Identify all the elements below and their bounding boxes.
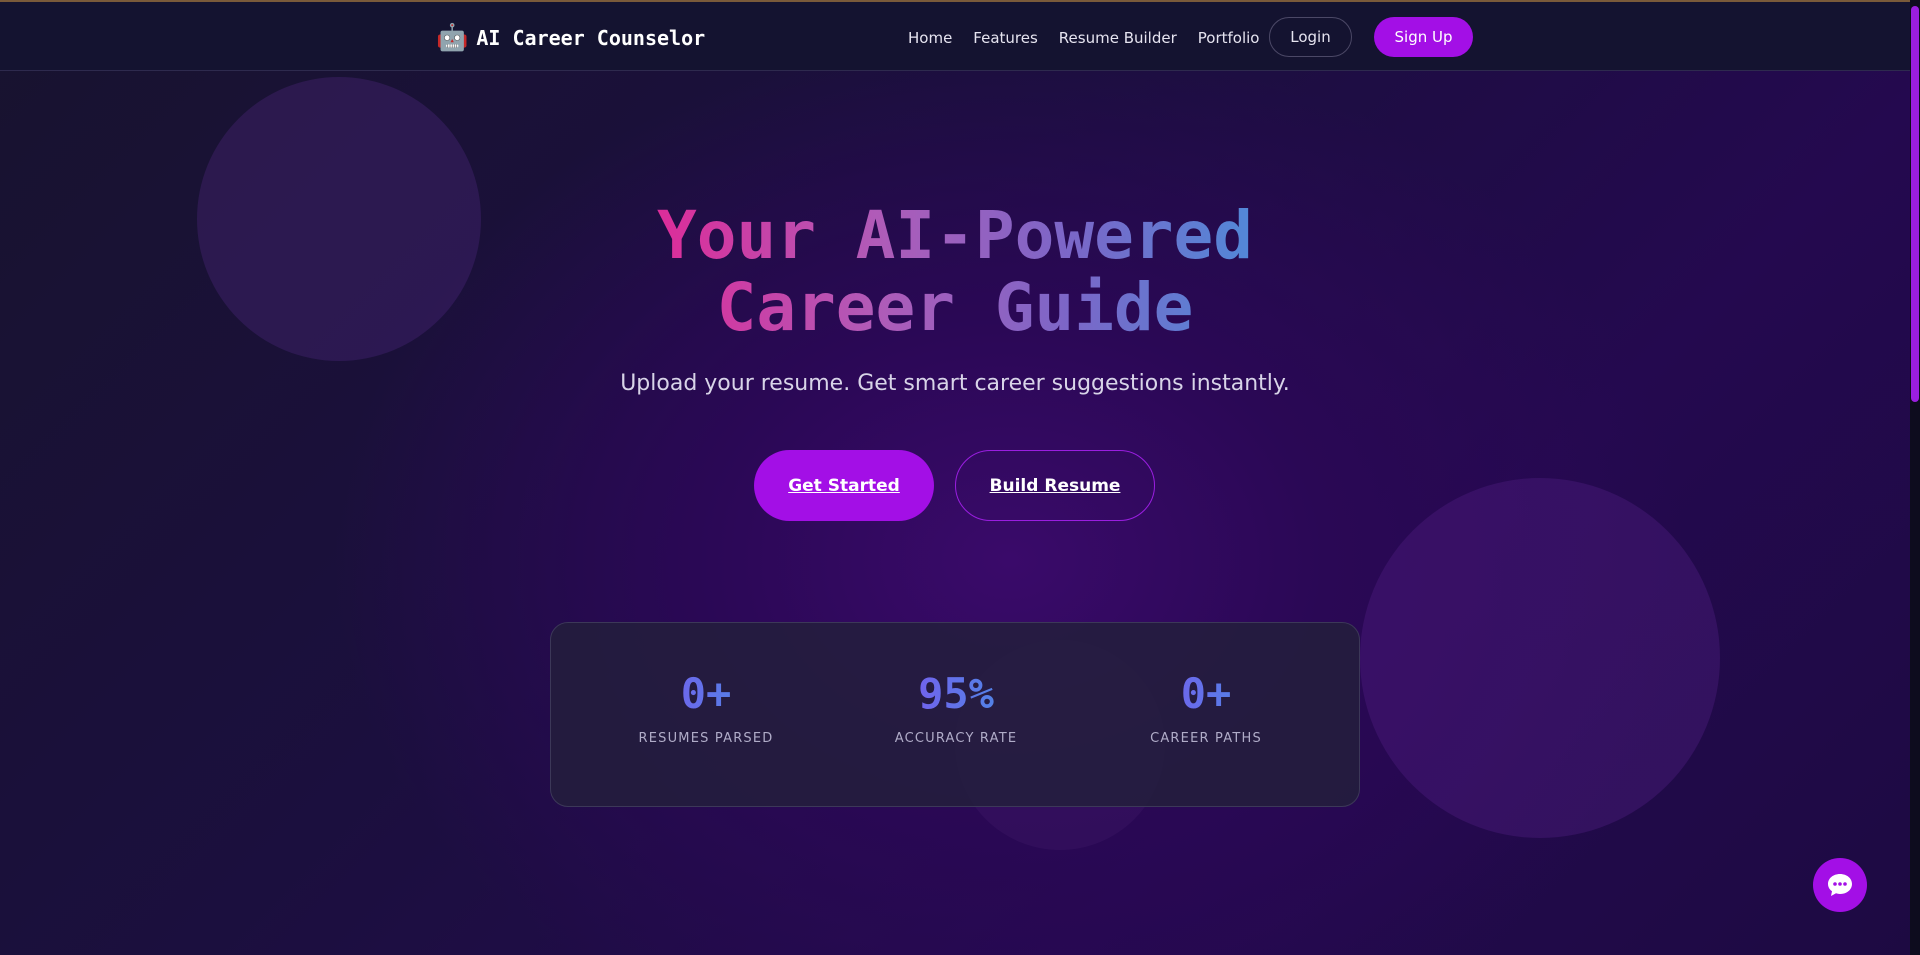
stat-value: 0+ <box>606 671 806 717</box>
signup-button[interactable]: Sign Up <box>1374 17 1473 57</box>
stat-label: RESUMES PARSED <box>638 731 774 746</box>
nav-link-features[interactable]: Features <box>973 29 1038 47</box>
hero-title-line-2: Career Guide <box>716 269 1194 346</box>
nav-links: Home Features Resume Builder Portfolio <box>908 19 1280 57</box>
login-button[interactable]: Login <box>1269 17 1352 57</box>
nav-link-resume-builder[interactable]: Resume Builder <box>1059 29 1177 47</box>
brand-logo[interactable]: 🤖 AI Career Counselor <box>436 22 705 54</box>
stats-card: 0+ RESUMES PARSED 95% ACCURACY RATE 0+ C… <box>550 622 1360 807</box>
nav-link-portfolio[interactable]: Portfolio <box>1198 29 1260 47</box>
nav-link-home[interactable]: Home <box>908 29 952 47</box>
chat-button[interactable] <box>1813 858 1867 912</box>
hero-subtitle: Upload your resume. Get smart career sug… <box>620 371 1290 396</box>
stat-resumes-parsed: 0+ RESUMES PARSED <box>606 671 806 747</box>
stat-label: CAREER PATHS <box>1150 731 1262 746</box>
stat-value: 0+ <box>1106 671 1306 717</box>
decorative-circle <box>197 77 481 361</box>
stat-value: 95% <box>856 671 1056 717</box>
robot-icon: 🤖 <box>436 23 469 53</box>
hero-title: Your AI-Powered Career Guide <box>560 200 1350 344</box>
page: 🤖 AI Career Counselor Home Features Resu… <box>0 0 1920 955</box>
stat-career-paths: 0+ CAREER PATHS <box>1106 671 1306 747</box>
scrollbar-thumb[interactable] <box>1911 6 1919 402</box>
brand-name: AI Career Counselor <box>476 26 706 50</box>
get-started-button[interactable]: Get Started <box>754 450 934 521</box>
hero-title-line-1: Your AI-Powered <box>656 197 1254 274</box>
stat-accuracy-rate: 95% ACCURACY RATE <box>856 671 1056 747</box>
chat-bubble-icon <box>1828 874 1852 896</box>
decorative-circle <box>1360 478 1720 838</box>
stat-label: ACCURACY RATE <box>894 731 1018 746</box>
build-resume-button[interactable]: Build Resume <box>955 450 1155 521</box>
navbar: 🤖 AI Career Counselor Home Features Resu… <box>0 2 1910 71</box>
